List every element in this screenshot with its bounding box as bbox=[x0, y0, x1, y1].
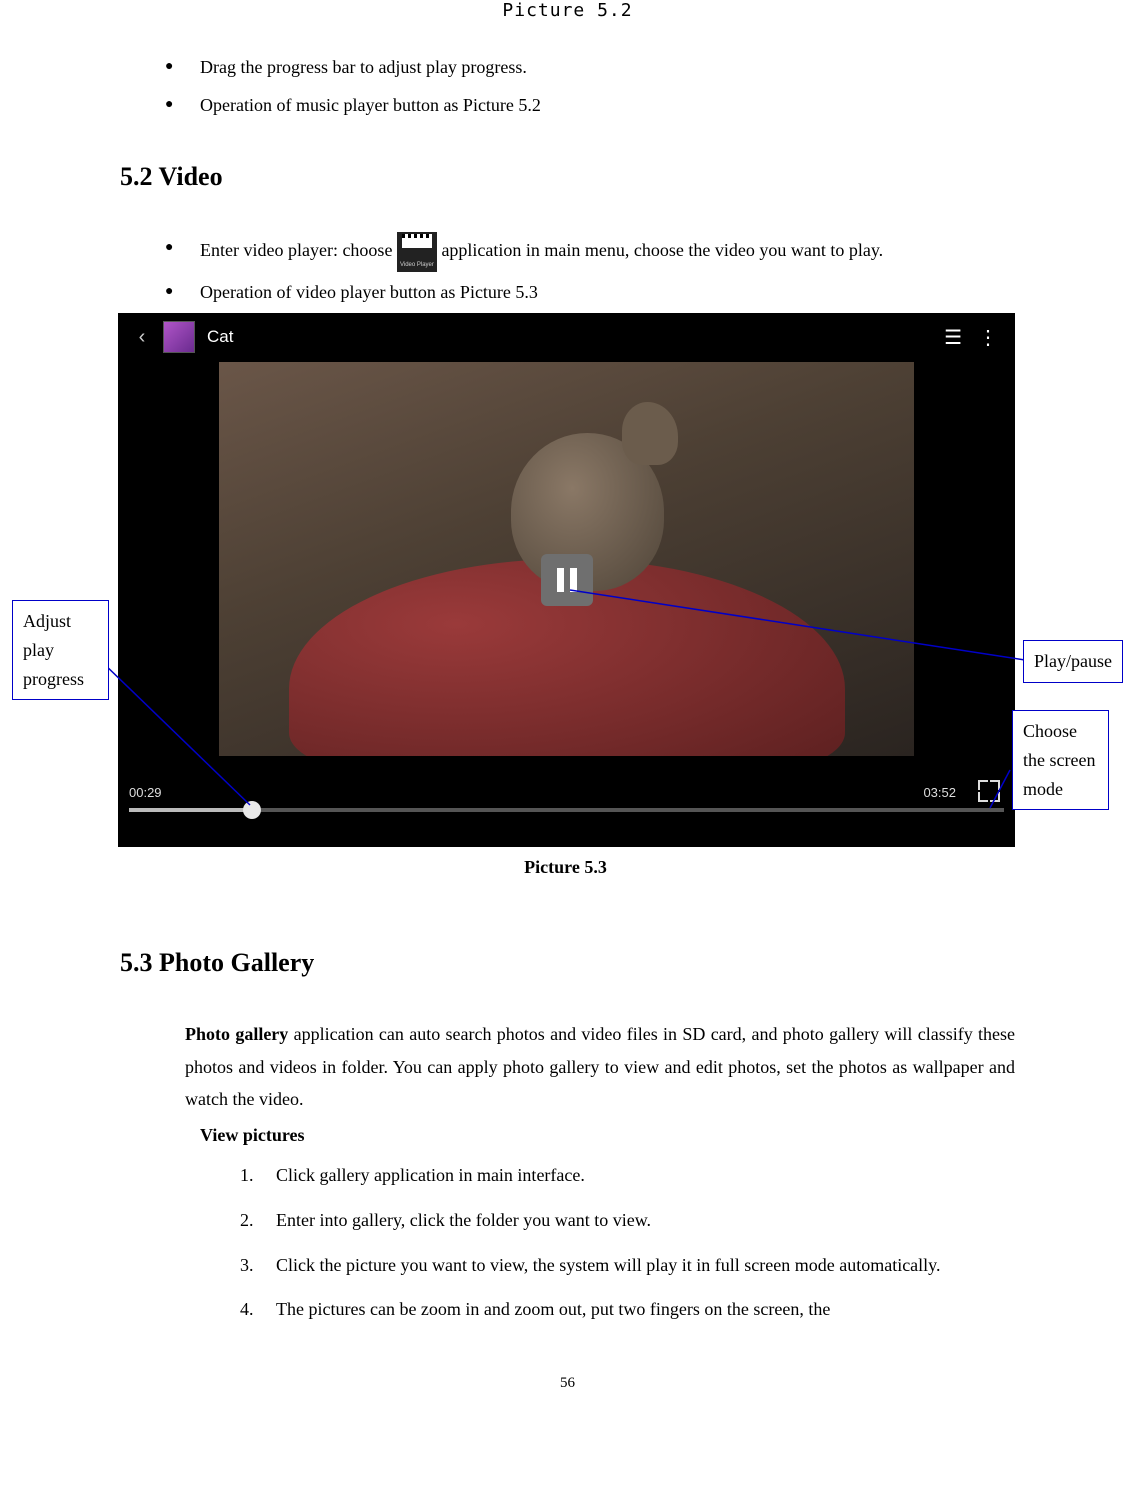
view-pictures-steps: 1.Click gallery application in main inte… bbox=[240, 1160, 1015, 1324]
step-text: Click the picture you want to view, the … bbox=[276, 1255, 941, 1275]
text: Enter video player: choose bbox=[200, 240, 397, 260]
fullscreen-icon[interactable] bbox=[978, 780, 1000, 802]
app-icon-label: Video Player bbox=[397, 260, 437, 271]
gallery-para-rest: application can auto search photos and v… bbox=[185, 1024, 1015, 1109]
intro-bullets: Drag the progress bar to adjust play pro… bbox=[120, 51, 1015, 122]
figure-caption-top: Picture 5.2 bbox=[120, 0, 1015, 21]
figure-caption-video: Picture 5.3 bbox=[118, 857, 1013, 878]
video-topbar: ‹ Cat ☰ ⋮ bbox=[119, 314, 1014, 360]
step-text: The pictures can be zoom in and zoom out… bbox=[276, 1299, 830, 1319]
step-item: 4.The pictures can be zoom in and zoom o… bbox=[240, 1294, 1015, 1325]
heading-video: 5.2 Video bbox=[120, 162, 1015, 192]
heading-gallery: 5.3 Photo Gallery bbox=[120, 948, 1015, 978]
bullet-item: Operation of music player button as Pict… bbox=[120, 89, 1015, 121]
bullet-item: Drag the progress bar to adjust play pro… bbox=[120, 51, 1015, 83]
text: application in main menu, choose the vid… bbox=[441, 240, 883, 260]
video-player-screenshot: ‹ Cat ☰ ⋮ 00:29 03:52 bbox=[118, 313, 1013, 878]
video-bullets: Enter video player: choose Video Player … bbox=[120, 232, 1015, 308]
video-title: Cat bbox=[207, 327, 233, 347]
progress-track[interactable] bbox=[129, 808, 1004, 812]
step-text: Enter into gallery, click the folder you… bbox=[276, 1210, 651, 1230]
page-number: 56 bbox=[120, 1375, 1015, 1392]
current-time-label: 00:29 bbox=[129, 785, 162, 800]
play-pause-button[interactable] bbox=[541, 554, 593, 606]
bullet-item: Operation of video player button as Pict… bbox=[120, 276, 1015, 308]
video-player-app-icon: Video Player bbox=[397, 232, 437, 272]
gallery-paragraph: Photo gallery application can auto searc… bbox=[185, 1018, 1015, 1115]
bullet-item: Enter video player: choose Video Player … bbox=[120, 232, 1015, 272]
gallery-para-bold: Photo gallery bbox=[185, 1024, 288, 1044]
total-time-label: 03:52 bbox=[923, 785, 956, 800]
progress-fill bbox=[129, 808, 252, 812]
video-thumbnail-icon bbox=[163, 321, 195, 353]
step-item: 1.Click gallery application in main inte… bbox=[240, 1160, 1015, 1191]
step-item: 2.Enter into gallery, click the folder y… bbox=[240, 1205, 1015, 1236]
back-icon[interactable]: ‹ bbox=[125, 320, 159, 354]
gallery-subheading: View pictures bbox=[200, 1125, 1015, 1146]
share-icon[interactable]: ☰ bbox=[932, 325, 974, 350]
callout-play-pause: Play/pause bbox=[1023, 640, 1123, 683]
step-text: Click gallery application in main interf… bbox=[276, 1165, 585, 1185]
step-item: 3.Click the picture you want to view, th… bbox=[240, 1250, 1015, 1281]
overflow-menu-icon[interactable]: ⋮ bbox=[974, 325, 1014, 350]
callout-screen-mode: Choose the screen mode bbox=[1012, 710, 1109, 810]
progress-knob[interactable] bbox=[243, 801, 261, 819]
callout-adjust-progress: Adjust play progress bbox=[12, 600, 109, 700]
